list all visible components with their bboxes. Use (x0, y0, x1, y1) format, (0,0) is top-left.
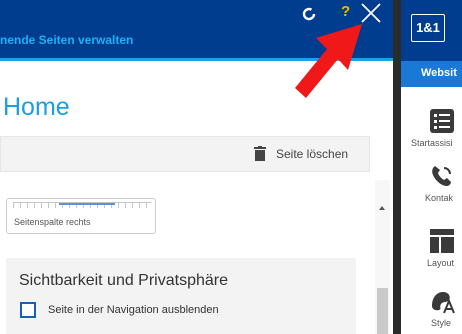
checklist-icon (430, 109, 454, 133)
panel-header-title: nende Seiten verwalten (0, 33, 134, 47)
panel-scroll-area: Seitenspalte rechts Sichtbarkeit und Pri… (0, 180, 372, 334)
sidebar-header: 1&1 (401, 0, 462, 61)
layout-option-card[interactable]: Seitenspalte rechts (6, 198, 156, 234)
layout-icon (430, 229, 454, 253)
vertical-scrollbar[interactable] (375, 180, 390, 334)
tab-website[interactable]: Websit (401, 61, 462, 87)
brand-logo: 1&1 (411, 14, 445, 42)
panel-divider (393, 0, 401, 334)
sidebar-item-label: Startassisi (411, 138, 453, 148)
style-icon (432, 292, 455, 314)
scrollbar-thumb[interactable] (377, 288, 388, 334)
sidebar-item-style[interactable]: Style (401, 288, 462, 334)
hide-in-navigation-label[interactable]: Seite in der Navigation ausblenden (48, 304, 219, 316)
delete-page-button[interactable]: Seite löschen (276, 147, 348, 161)
phone-icon (432, 166, 451, 186)
sidebar-item-start-assistant[interactable]: Startassisi (401, 108, 462, 162)
trash-icon[interactable] (254, 146, 266, 161)
delete-page-bar: Seite löschen (0, 136, 370, 172)
page-title: Home (3, 93, 70, 121)
hide-in-navigation-checkbox[interactable] (20, 302, 36, 318)
sidebar-item-label: Kontak (425, 193, 454, 203)
red-arrow-annotation (295, 24, 362, 98)
sidebar-item-contact[interactable]: Kontak (401, 163, 462, 217)
privacy-section-title: Sichtbarkeit und Privatsphäre (19, 272, 228, 289)
sidebar-item-layout[interactable]: Layout (401, 228, 462, 282)
layout-preview-accent (59, 203, 115, 205)
scroll-up-arrow-icon[interactable] (379, 206, 385, 210)
editor-sidebar: 1&1 Websit Startassisi Kontak Layout Sty… (401, 0, 462, 334)
sidebar-item-label: Style (431, 318, 452, 328)
layout-preview (13, 202, 151, 208)
privacy-section: Sichtbarkeit und Privatsphäre Seite in d… (6, 258, 356, 334)
sidebar-item-label: Layout (427, 258, 455, 268)
page-settings-panel: nende Seiten verwalten ? Home Seite lösc… (0, 0, 393, 334)
layout-option-label: Seitenspalte rechts (14, 217, 91, 227)
